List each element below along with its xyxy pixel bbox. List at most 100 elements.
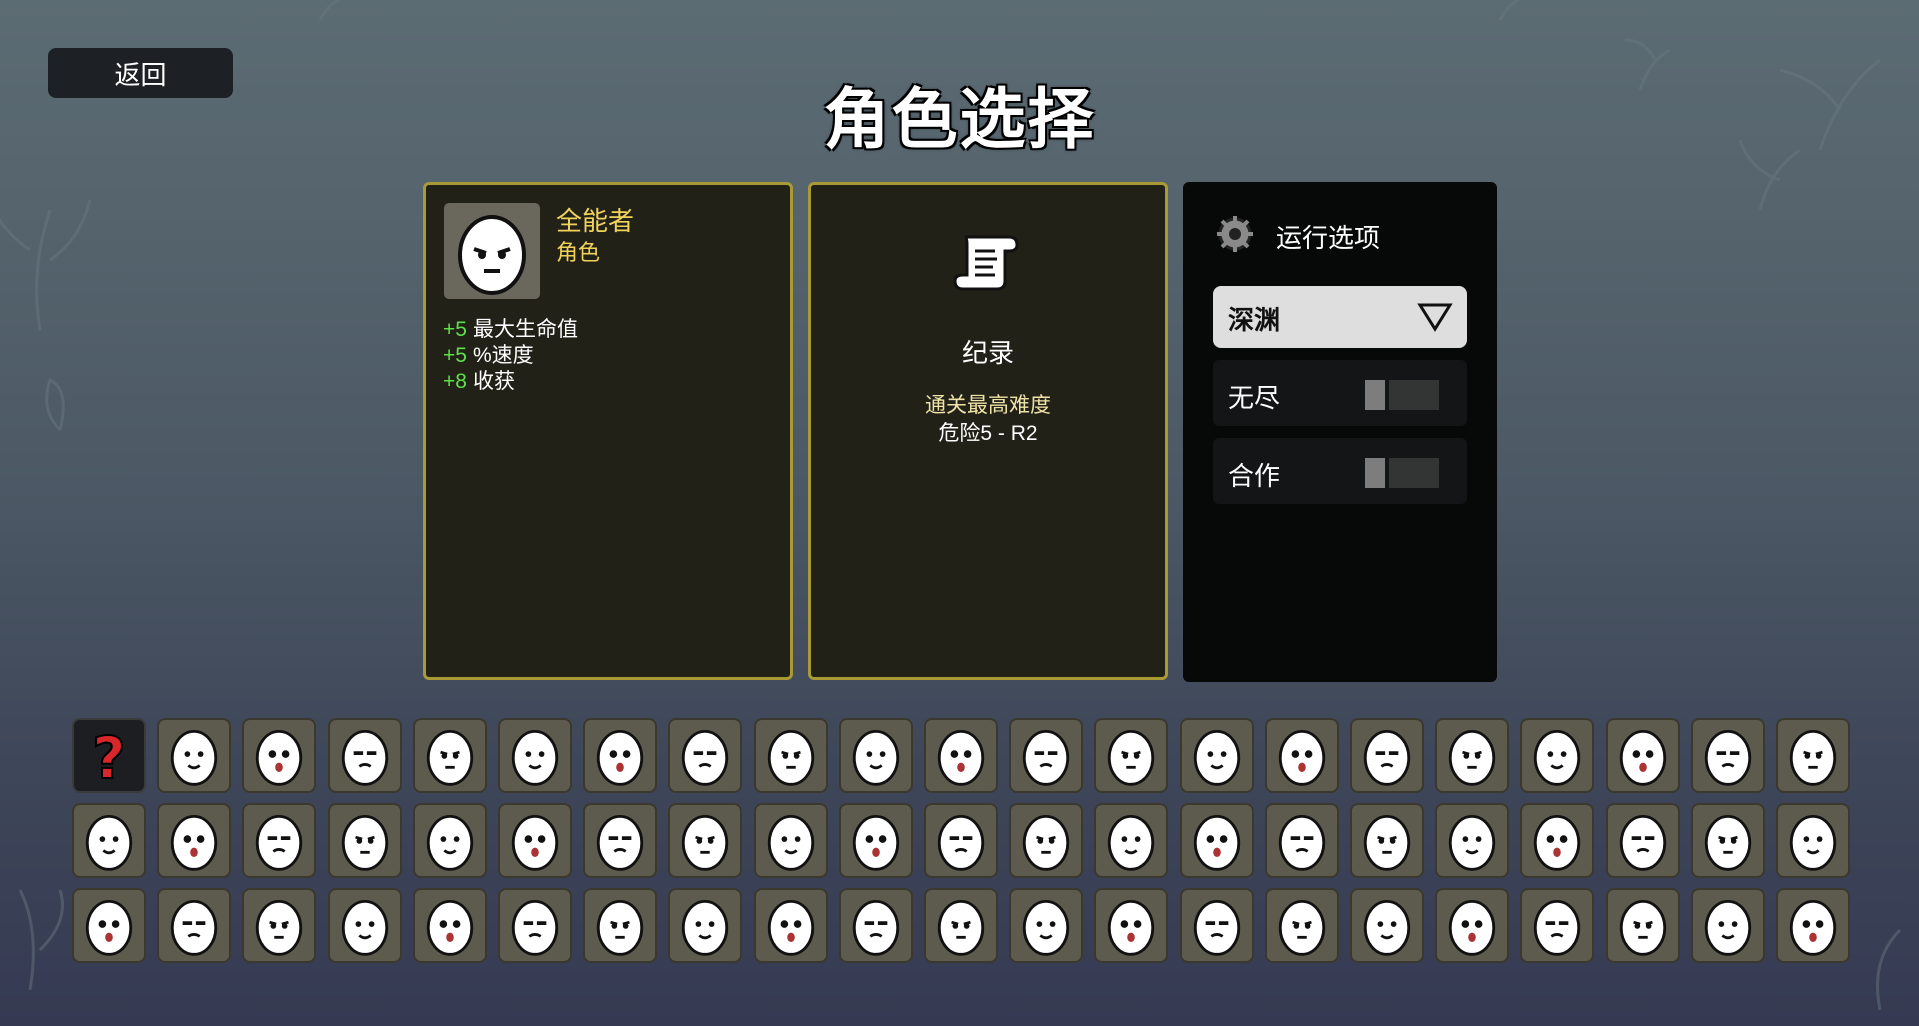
character-slot[interactable]: [1691, 718, 1765, 793]
character-slot[interactable]: [328, 718, 402, 793]
character-slot-random[interactable]: ?: [72, 718, 146, 793]
potato-face-icon: [767, 814, 815, 871]
character-slot[interactable]: [1350, 718, 1424, 793]
chevron-down-icon: [1417, 303, 1453, 332]
character-slot[interactable]: [1691, 803, 1765, 878]
potato-face-icon: [1107, 899, 1155, 956]
character-slot[interactable]: [72, 888, 146, 963]
potato-face-icon: [852, 814, 900, 871]
character-slot[interactable]: [1435, 888, 1509, 963]
character-slot[interactable]: [1435, 803, 1509, 878]
character-slot[interactable]: [413, 718, 487, 793]
potato-face-icon: [937, 814, 985, 871]
coop-option[interactable]: 合作: [1213, 438, 1467, 504]
character-slot[interactable]: [1009, 803, 1083, 878]
character-slot[interactable]: [583, 803, 657, 878]
character-slot[interactable]: [328, 803, 402, 878]
mode-dropdown[interactable]: 深渊: [1213, 286, 1467, 348]
potato-face-icon: [1278, 729, 1326, 786]
character-slot[interactable]: [924, 718, 998, 793]
potato-face-icon: [341, 729, 389, 786]
potato-face-icon: [1533, 729, 1581, 786]
coop-toggle[interactable]: [1365, 458, 1439, 488]
character-slot[interactable]: [1606, 803, 1680, 878]
character-slot[interactable]: [1520, 888, 1594, 963]
potato-face-icon: [1193, 814, 1241, 871]
character-slot[interactable]: [1776, 803, 1850, 878]
potato-face-icon: [511, 729, 559, 786]
character-slot[interactable]: [1435, 718, 1509, 793]
potato-face-icon: [1704, 899, 1752, 956]
character-slot[interactable]: [157, 888, 231, 963]
character-slot[interactable]: [1180, 888, 1254, 963]
character-slot[interactable]: [242, 718, 316, 793]
character-slot[interactable]: [583, 888, 657, 963]
character-slot[interactable]: [157, 718, 231, 793]
character-slot[interactable]: [1691, 888, 1765, 963]
character-slot[interactable]: [754, 803, 828, 878]
character-slot[interactable]: [242, 888, 316, 963]
character-slot[interactable]: [754, 718, 828, 793]
character-slot[interactable]: [1009, 718, 1083, 793]
character-slot[interactable]: [1009, 888, 1083, 963]
character-slot[interactable]: [1094, 888, 1168, 963]
potato-face-icon: [1022, 729, 1070, 786]
potato-face-icon: [85, 814, 133, 871]
character-slot[interactable]: [1520, 803, 1594, 878]
potato-face-icon: [1193, 899, 1241, 956]
character-slot[interactable]: [668, 803, 742, 878]
character-slot[interactable]: [1776, 888, 1850, 963]
character-slot[interactable]: [839, 803, 913, 878]
character-slot[interactable]: [413, 888, 487, 963]
endless-toggle[interactable]: [1365, 380, 1439, 410]
character-slot[interactable]: [1265, 888, 1339, 963]
character-slot[interactable]: [1520, 718, 1594, 793]
potato-face-icon: [1448, 729, 1496, 786]
character-info-panel: 全能者 角色 +5 最大生命值 +5 %速度 +8 收获: [423, 182, 793, 680]
character-slot[interactable]: [498, 718, 572, 793]
potato-face-icon: [85, 899, 133, 956]
potato-face-icon: [511, 814, 559, 871]
potato-face-icon: [681, 899, 729, 956]
character-slot[interactable]: [583, 718, 657, 793]
record-title: 纪录: [961, 338, 1014, 368]
potato-face-icon: [767, 729, 815, 786]
character-slot[interactable]: [413, 803, 487, 878]
character-slot[interactable]: [839, 718, 913, 793]
character-slot[interactable]: [668, 888, 742, 963]
endless-option[interactable]: 无尽: [1213, 360, 1467, 426]
character-slot[interactable]: [498, 888, 572, 963]
character-slot[interactable]: [1350, 803, 1424, 878]
stat-speed: +5 %速度: [443, 344, 534, 367]
run-options-title: 运行选项: [1276, 223, 1381, 253]
potato-face-icon: [341, 814, 389, 871]
character-slot[interactable]: [1265, 718, 1339, 793]
character-slot[interactable]: [1350, 888, 1424, 963]
stat-harvest: +8 收获: [443, 370, 515, 393]
character-slot[interactable]: [72, 803, 146, 878]
character-slot[interactable]: [1606, 888, 1680, 963]
potato-face-icon: [937, 899, 985, 956]
character-slot[interactable]: [1094, 718, 1168, 793]
character-slot[interactable]: [1265, 803, 1339, 878]
potato-face-icon: [596, 814, 644, 871]
potato-face-icon: [596, 899, 644, 956]
character-slot[interactable]: [668, 718, 742, 793]
character-slot[interactable]: [157, 803, 231, 878]
character-slot[interactable]: [1180, 803, 1254, 878]
potato-face-icon: [426, 814, 474, 871]
character-slot[interactable]: [924, 803, 998, 878]
character-name: 全能者: [556, 206, 635, 236]
character-slot[interactable]: [1094, 803, 1168, 878]
character-slot[interactable]: [328, 888, 402, 963]
character-slot[interactable]: [1606, 718, 1680, 793]
character-slot[interactable]: [1180, 718, 1254, 793]
character-slot[interactable]: [754, 888, 828, 963]
character-slot[interactable]: [924, 888, 998, 963]
character-slot[interactable]: [498, 803, 572, 878]
character-slot[interactable]: [839, 888, 913, 963]
potato-face-icon: [426, 729, 474, 786]
character-slot[interactable]: [1776, 718, 1850, 793]
character-slot[interactable]: [242, 803, 316, 878]
potato-face-icon: [1448, 814, 1496, 871]
